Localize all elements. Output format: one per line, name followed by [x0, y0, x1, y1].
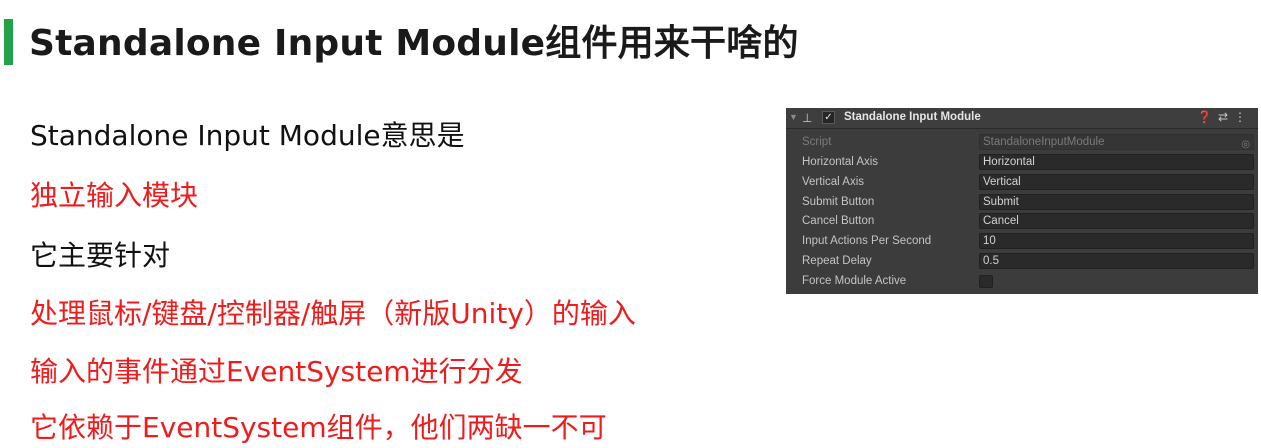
field-row-submit-button: Submit Button Submit: [786, 193, 1258, 213]
cancel-button-input[interactable]: Cancel: [979, 213, 1254, 229]
input-actions-per-second-input[interactable]: 10: [979, 233, 1254, 249]
field-label: Vertical Axis: [802, 176, 864, 188]
more-icon[interactable]: ⋮: [1234, 110, 1252, 124]
field-label: Horizontal Axis: [802, 156, 879, 168]
field-label: Repeat Delay: [802, 255, 872, 267]
unity-inspector-panel: ▼ ⊥ ✓ Standalone Input Module ❓⇄⋮ Script…: [786, 108, 1258, 294]
text-line-1: Standalone Input Module意思是: [30, 119, 465, 152]
field-row-force-module-active: Force Module Active: [786, 272, 1258, 292]
settings-icon[interactable]: ⇄: [1218, 110, 1234, 124]
field-label: Submit Button: [802, 196, 875, 208]
field-row-input-actions: Input Actions Per Second 10: [786, 232, 1258, 252]
text-line-3: 它主要针对: [30, 239, 171, 272]
foldout-arrow-icon[interactable]: ▼: [789, 112, 798, 122]
script-field[interactable]: StandaloneInputModule ◎: [979, 134, 1254, 150]
horizontal-axis-input[interactable]: Horizontal: [979, 154, 1254, 170]
object-picker-icon[interactable]: ◎: [1241, 137, 1250, 152]
header-icons: ❓⇄⋮: [1197, 110, 1252, 124]
component-header[interactable]: ▼ ⊥ ✓ Standalone Input Module ❓⇄⋮: [786, 108, 1258, 129]
field-row-repeat-delay: Repeat Delay 0.5: [786, 252, 1258, 272]
force-module-active-checkbox[interactable]: [979, 275, 993, 288]
field-row-horizontal-axis: Horizontal Axis Horizontal: [786, 153, 1258, 173]
submit-button-input[interactable]: Submit: [979, 194, 1254, 210]
help-icon[interactable]: ❓: [1197, 110, 1218, 124]
title-accent-bar: [4, 19, 13, 65]
vertical-axis-input[interactable]: Vertical: [979, 174, 1254, 190]
component-icon: ⊥: [802, 111, 813, 125]
text-line-4: 处理鼠标/键盘/控制器/触屏（新版Unity）的输入: [30, 297, 636, 330]
repeat-delay-input[interactable]: 0.5: [979, 253, 1254, 269]
field-label: Force Module Active: [802, 275, 907, 287]
script-value: StandaloneInputModule: [983, 136, 1105, 148]
text-line-6: 它依赖于EventSystem组件，他们两缺一不可: [30, 411, 607, 444]
script-row: Script StandaloneInputModule ◎: [786, 133, 1258, 153]
field-row-vertical-axis: Vertical Axis Vertical: [786, 173, 1258, 193]
script-label: Script: [802, 136, 832, 148]
field-label: Input Actions Per Second: [802, 235, 932, 247]
text-line-2: 独立输入模块: [30, 179, 199, 212]
field-row-cancel-button: Cancel Button Cancel: [786, 212, 1258, 232]
slide-title: Standalone Input Module组件用来干啥的: [29, 23, 799, 64]
text-line-5: 输入的事件通过EventSystem进行分发: [30, 355, 523, 388]
enable-checkbox[interactable]: ✓: [822, 111, 835, 124]
field-label: Cancel Button: [802, 215, 875, 227]
component-name: Standalone Input Module: [844, 111, 981, 123]
